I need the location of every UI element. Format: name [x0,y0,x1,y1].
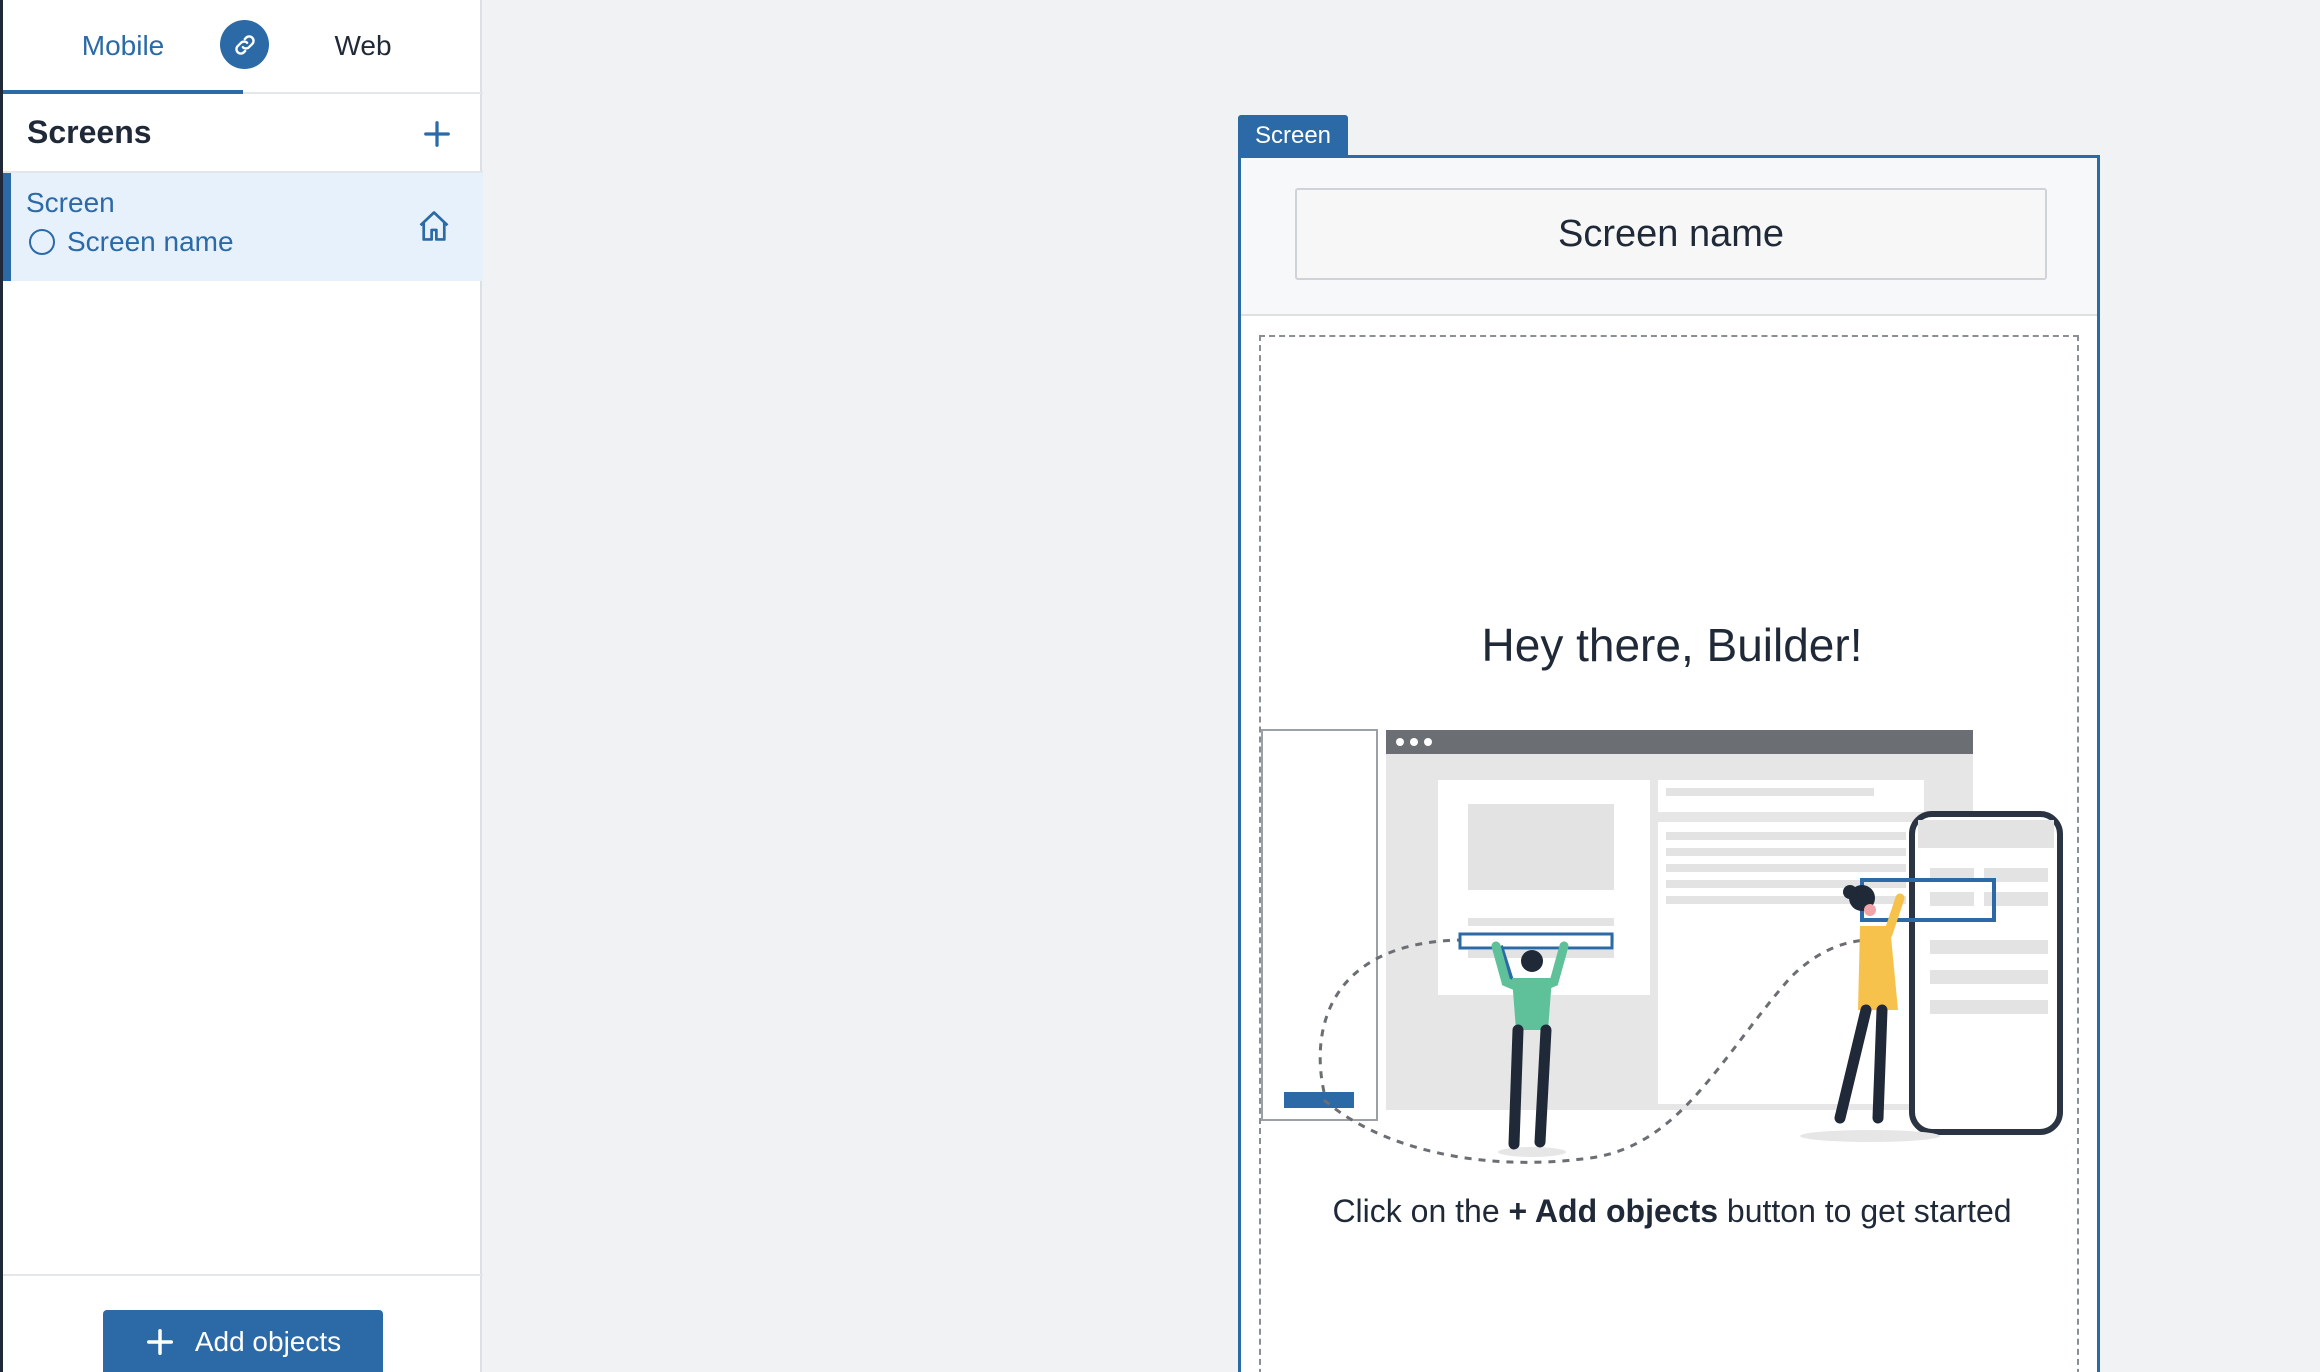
screen-name-field[interactable]: Screen name [1295,188,2047,280]
sidebar-footer: Add objects [3,1274,483,1372]
screen-item-name: Screen name [29,226,234,258]
screen-tag[interactable]: Screen [1238,115,1348,157]
screens-title: Screens [27,114,152,150]
add-objects-label: Add objects [194,1326,342,1357]
hint-bold: + Add objects [1508,1193,1719,1229]
screens-header: Screens [3,94,483,173]
add-screen-button[interactable] [417,114,457,154]
screen-preview-header: Screen name [1241,158,2097,316]
plus-icon [145,1327,175,1357]
tab-web[interactable]: Web [243,0,483,92]
hint-prefix: Click on the [1332,1193,1509,1229]
hint-suffix: button to get started [1718,1193,2012,1229]
screen-item-subtext: Screen name [67,226,234,257]
sidebar: Mobile Web Screens Screen Screen name Ad… [0,0,483,1372]
circle-icon [29,229,55,255]
home-icon[interactable] [415,207,453,245]
greeting-title: Hey there, Builder! [1481,619,1863,671]
screen-item-label: Screen [26,187,115,218]
tab-mobile[interactable]: Mobile [3,0,243,94]
plus-icon [424,121,450,147]
get-started-hint: Click on the + Add objects button to get… [1241,1193,2103,1230]
screen-list-item[interactable]: Screen Screen name [3,173,483,281]
screen-preview: Screen name Hey there, Builder! Click on… [1238,155,2100,1372]
add-objects-button[interactable]: Add objects [103,1310,383,1372]
platform-tabs: Mobile Web [3,0,483,94]
